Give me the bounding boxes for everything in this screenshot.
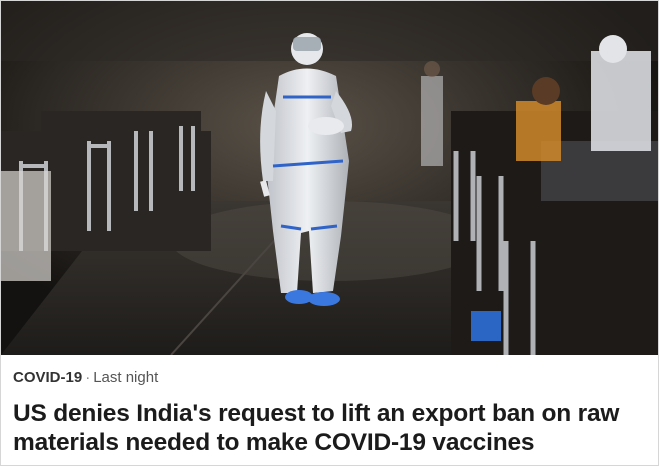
hospital-ward-image — [1, 1, 658, 355]
article-timestamp: Last night — [93, 369, 159, 386]
news-card[interactable]: COVID-19 · Last night US denies India's re… — [0, 0, 659, 466]
article-photo[interactable] — [1, 1, 658, 355]
article-text: COVID-19 · Last night US denies India's re… — [1, 355, 658, 465]
article-category[interactable]: COVID-19 — [13, 369, 82, 386]
article-meta: COVID-19 · Last night — [13, 369, 646, 387]
meta-separator: · — [85, 369, 91, 386]
article-headline[interactable]: US denies India's request to lift an exp… — [13, 399, 646, 457]
